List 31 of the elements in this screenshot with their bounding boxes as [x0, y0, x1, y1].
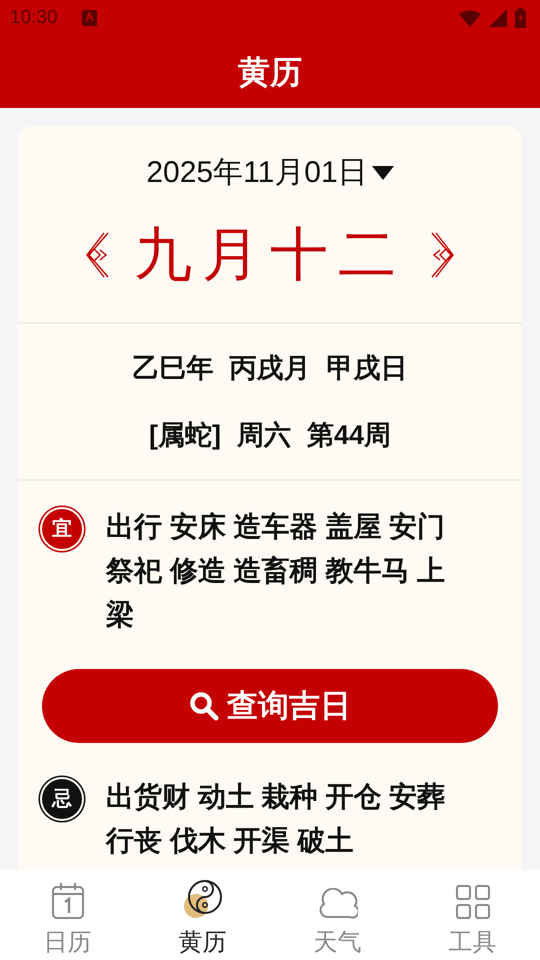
date-info: 第44周	[306, 418, 392, 452]
date-picker[interactable]: 2025年11月01日	[146, 150, 394, 195]
status-time: 10:30	[10, 6, 58, 30]
nav-tab[interactable]: 工具	[428, 870, 518, 960]
wifi-icon	[459, 10, 481, 26]
ganzhi-text: 甲戌日	[326, 352, 408, 385]
signal-icon	[489, 9, 507, 27]
nav-tab[interactable]: 天气	[292, 870, 382, 960]
date-info: [属蛇]	[148, 418, 221, 452]
keyboard-icon	[82, 10, 97, 26]
calendar-icon	[50, 882, 84, 920]
page-title: 黄历	[238, 53, 302, 92]
activity-list: 出行 安床 造车器 盖屋 安门 祭祀 修造 造畜稠 教牛马 上梁	[106, 505, 456, 637]
lunar-date: 九月十二	[134, 219, 406, 290]
search-button[interactable]: 查询吉日	[42, 669, 498, 743]
caret-icon	[372, 166, 394, 180]
ornament-icon	[86, 232, 110, 278]
auspicious-badge: 宜	[42, 509, 82, 549]
nav-tab[interactable]: 黄历	[158, 870, 248, 960]
cloud-icon	[318, 888, 358, 920]
inauspicious-badge: 忌	[42, 779, 82, 819]
ornament-icon	[430, 232, 454, 278]
yin-yang-icon	[182, 878, 224, 920]
nav-tab[interactable]: 日历	[22, 870, 112, 960]
ganzhi-text: 乙巳年	[132, 352, 214, 385]
battery-icon	[515, 8, 526, 28]
activity-list: 出货财 动土 栽种 开仓 安葬 行丧 伐木 开渠 破土	[106, 775, 456, 863]
ganzhi-text: 丙戌月	[230, 352, 310, 385]
date-info: 周六	[236, 418, 291, 452]
grid-icon	[454, 884, 490, 920]
search-icon	[189, 691, 219, 721]
